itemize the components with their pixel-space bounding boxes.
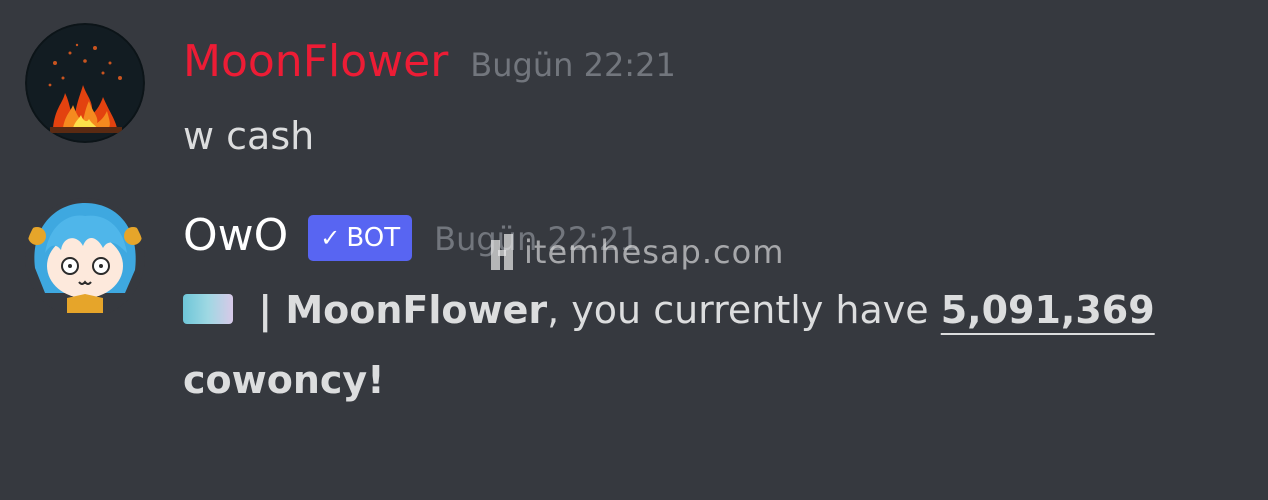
bot-badge: ✓ BOT <box>308 214 413 261</box>
checkmark-icon: ✓ <box>320 223 341 252</box>
bot-message-line-2: cowoncy! <box>183 358 385 402</box>
cowoncy-amount: 5,091,369 <box>940 288 1155 332</box>
watermark: itemhesap.com <box>488 232 784 272</box>
bot-message-line-1: | MoonFlower, you currently have 5,091,3… <box>183 288 1155 332</box>
username[interactable]: MoonFlower <box>183 36 448 87</box>
mention-name: MoonFlower <box>285 288 548 332</box>
chat-view: MoonFlower Bugün 22:21 w cash OwO ✓ BOT … <box>0 0 1268 500</box>
message-text: w cash <box>183 114 315 158</box>
fire-avatar-icon[interactable] <box>25 23 145 143</box>
owo-anime-avatar-icon[interactable] <box>25 198 145 318</box>
itemhesap-logo-icon <box>491 234 513 270</box>
timestamp: Bugün 22:21 <box>470 46 676 84</box>
watermark-text: itemhesap.com <box>524 233 785 271</box>
message-text-mid: , you currently have <box>547 288 941 332</box>
bot-badge-label: BOT <box>346 222 401 253</box>
cash-emoji-icon <box>183 293 233 324</box>
bot-username[interactable]: OwO <box>183 210 288 261</box>
separator: | <box>245 288 286 332</box>
